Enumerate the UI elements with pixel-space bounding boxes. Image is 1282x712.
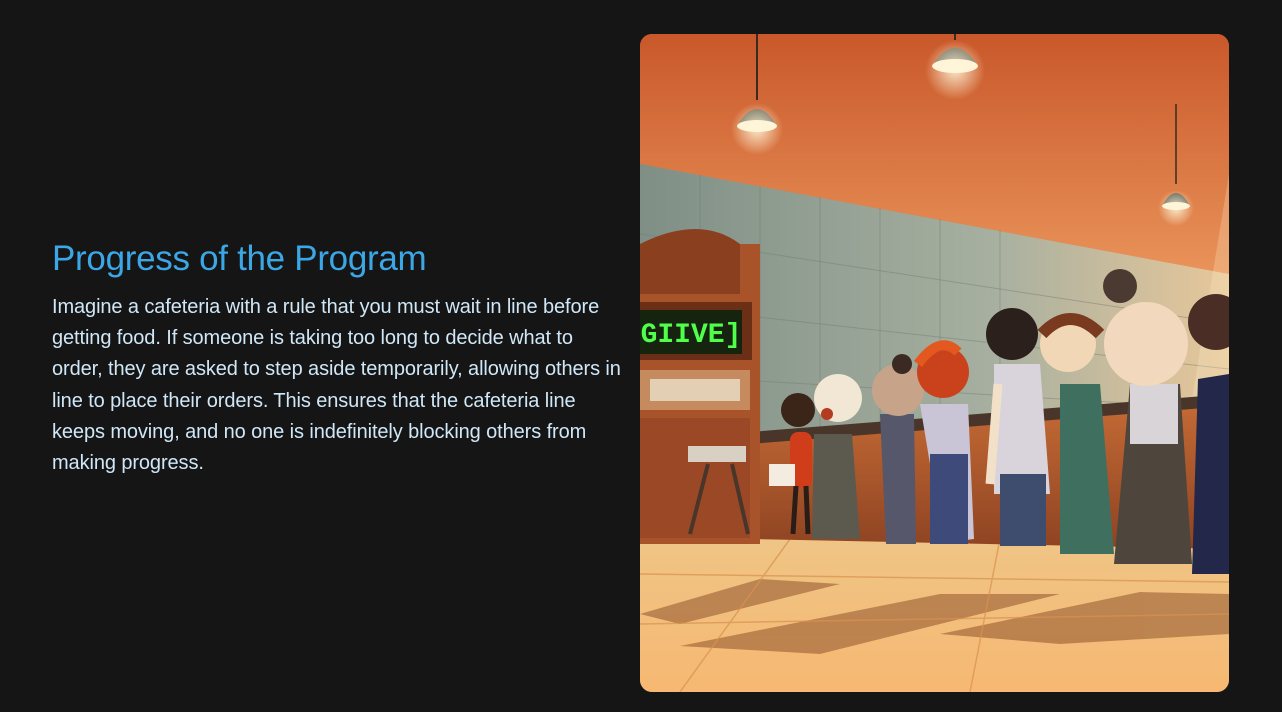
cafeteria-illustration: GIIVE] [640, 34, 1229, 692]
display-sign-text: GIIVE] [641, 320, 742, 351]
text-block: Progress of the Program Imagine a cafete… [52, 236, 622, 479]
slide-body-text: Imagine a cafeteria with a rule that you… [52, 296, 621, 475]
register-machine [640, 229, 760, 544]
slide: Progress of the Program Imagine a cafete… [0, 0, 1282, 712]
cafeteria-illustration-svg: GIIVE] [640, 34, 1229, 692]
slide-title: Progress of the Program [52, 239, 427, 278]
